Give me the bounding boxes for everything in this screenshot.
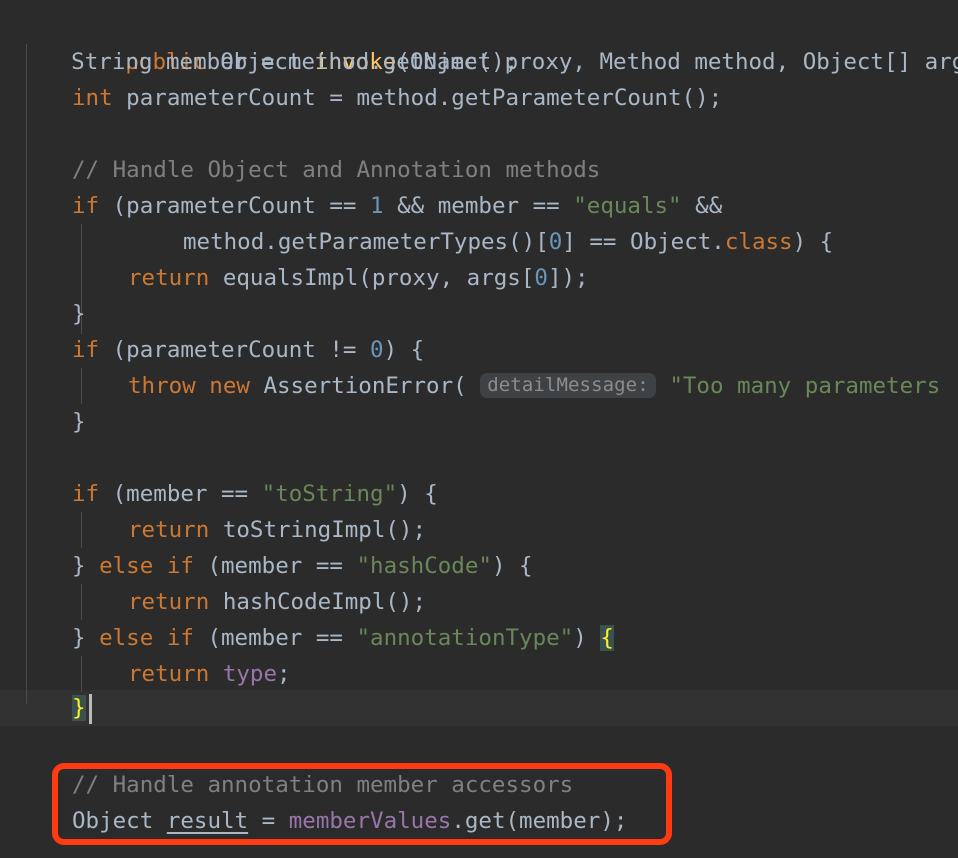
- token-assertionerror-call: AssertionError(: [263, 373, 467, 399]
- code-line-11[interactable]: throw new AssertionError( detailMessage:…: [0, 368, 958, 404]
- token-string-tostring: "toString": [261, 481, 398, 507]
- code-lines-container[interactable]: public Object invoke(Object proxy, Metho…: [0, 0, 958, 858]
- token-space-11b: [250, 373, 264, 399]
- code-line-13-blank[interactable]: [0, 440, 958, 476]
- token-close-paren-brace: ) {: [792, 229, 834, 255]
- token-number-zero-idx: 0: [548, 229, 563, 255]
- token-semicolon-19: ;: [277, 661, 291, 687]
- code-line-22[interactable]: // Handle annotation member accessors: [0, 767, 958, 803]
- token-keyword-return-17: return: [128, 589, 210, 615]
- token-cond-member-eq-14: (member ==: [99, 481, 262, 507]
- code-line-10[interactable]: if (parameterCount != 0) {: [0, 332, 958, 368]
- token-close-brace-18: }: [72, 625, 100, 651]
- code-editor-screenshot: public Object invoke(Object proxy, Metho…: [0, 0, 958, 858]
- token-eq-object: ] == Object.: [562, 229, 725, 255]
- token-close-brace-16: }: [72, 553, 100, 579]
- code-line-5[interactable]: // Handle Object and Annotation methods: [0, 152, 958, 188]
- token-keyword-if: if: [72, 193, 100, 219]
- matching-brace-close: }: [72, 695, 86, 721]
- token-string-equals: "equals": [573, 193, 682, 219]
- token-keyword-if-16: if: [166, 553, 194, 579]
- token-space-11a: [196, 373, 210, 399]
- token-field-membervalues: memberValues: [288, 808, 452, 834]
- token-keyword-if-14: if: [72, 481, 100, 507]
- code-line-18[interactable]: } else if (member == "annotationType") {: [0, 620, 958, 656]
- token-keyword-return-15: return: [128, 517, 210, 543]
- code-line-6[interactable]: if (parameterCount == 1 && member == "eq…: [0, 188, 958, 224]
- token-string-too-many-parameters: "Too many parameters: [669, 373, 941, 399]
- token-keyword-int: int: [72, 85, 113, 111]
- token-cond-c: &&: [681, 193, 723, 219]
- code-line-15[interactable]: return toStringImpl();: [0, 512, 958, 548]
- token-comment-handle-accessors: // Handle annotation member accessors: [72, 772, 574, 798]
- code-line-23[interactable]: Object result = memberValues.get(member)…: [0, 803, 958, 839]
- code-line-1[interactable]: public Object invoke(Object proxy, Metho…: [0, 8, 958, 75]
- token-cond-paramcount-ne: (parameterCount !=: [99, 337, 371, 363]
- code-line-16[interactable]: } else if (member == "hashCode") {: [0, 548, 958, 584]
- token-equalsimpl-tail: ]);: [547, 265, 589, 291]
- code-line-14[interactable]: if (member == "toString") {: [0, 476, 958, 512]
- parameter-hint-detailmessage: detailMessage:: [480, 373, 656, 398]
- code-line-2[interactable]: String member = method.getName();: [0, 44, 958, 80]
- code-line-17[interactable]: return hashCodeImpl();: [0, 584, 958, 620]
- token-cond-a: (parameterCount ==: [99, 193, 371, 219]
- code-line-7[interactable]: method.getParameterTypes()[0] == Object.…: [0, 224, 958, 260]
- token-keyword-else-16: else: [99, 553, 154, 579]
- code-line-9[interactable]: }: [0, 296, 958, 332]
- token-get-member-call: .get(member);: [451, 808, 628, 834]
- token-string-annotationtype: "annotationType": [356, 625, 574, 651]
- token-object-decl: Object: [72, 808, 167, 834]
- token-variable-result: result: [166, 808, 249, 834]
- token-keyword-throw: throw: [128, 373, 196, 399]
- token-hashcodeimpl-call: hashCodeImpl();: [209, 589, 427, 615]
- code-line-21-blank[interactable]: [0, 726, 958, 762]
- token-cond-10-tail: ) {: [383, 337, 425, 363]
- token-keyword-return: return: [128, 265, 210, 291]
- token-assign-23: =: [248, 808, 289, 834]
- token-cond-member-eq-16: (member ==: [193, 553, 357, 579]
- token-space-19: [209, 661, 223, 687]
- token-cond-16-tail: ) {: [491, 553, 533, 579]
- token-string-hashcode: "hashCode": [356, 553, 492, 579]
- code-line-3[interactable]: int parameterCount = method.getParameter…: [0, 80, 958, 116]
- token-space-18: [153, 625, 167, 651]
- token-cond-18-tail: ): [573, 625, 601, 651]
- code-line-20[interactable]: }: [0, 690, 958, 726]
- matching-brace-open: {: [600, 625, 614, 651]
- code-line-19[interactable]: return type;: [0, 656, 958, 692]
- token-tostringimpl-call: toStringImpl();: [209, 517, 427, 543]
- token-number-zero-10: 0: [370, 337, 384, 363]
- token-keyword-new: new: [209, 373, 250, 399]
- token-string-member-decl: String member = method.getName();: [17, 49, 519, 75]
- token-field-type: type: [222, 661, 278, 687]
- token-parametercount-decl: parameterCount = method.getParameterCoun…: [112, 85, 723, 111]
- token-cond-b: && member ==: [383, 193, 574, 219]
- token-keyword-else-18: else: [99, 625, 154, 651]
- token-number-zero-args: 0: [534, 265, 548, 291]
- token-space-16: [153, 553, 167, 579]
- code-line-12[interactable]: }: [0, 404, 958, 440]
- code-line-4-blank[interactable]: [0, 116, 958, 152]
- token-comment-handle-object: // Handle Object and Annotation methods: [72, 157, 601, 183]
- token-close-brace-12: }: [72, 409, 86, 435]
- token-getparamtypes: method.getParameterTypes()[: [183, 229, 549, 255]
- token-equalsimpl-call: equalsImpl(proxy, args[: [209, 265, 535, 291]
- token-cond-14-tail: ) {: [397, 481, 438, 507]
- token-keyword-return-19: return: [128, 661, 210, 687]
- token-close-brace-9: }: [72, 301, 86, 327]
- code-line-8[interactable]: return equalsImpl(proxy, args[0]);: [0, 260, 958, 296]
- token-number-one: 1: [370, 193, 384, 219]
- token-keyword-if-10: if: [72, 337, 100, 363]
- token-keyword-class: class: [724, 229, 793, 255]
- token-keyword-if-18: if: [166, 625, 194, 651]
- text-caret: [89, 694, 92, 724]
- token-cond-member-eq-18: (member ==: [193, 625, 357, 651]
